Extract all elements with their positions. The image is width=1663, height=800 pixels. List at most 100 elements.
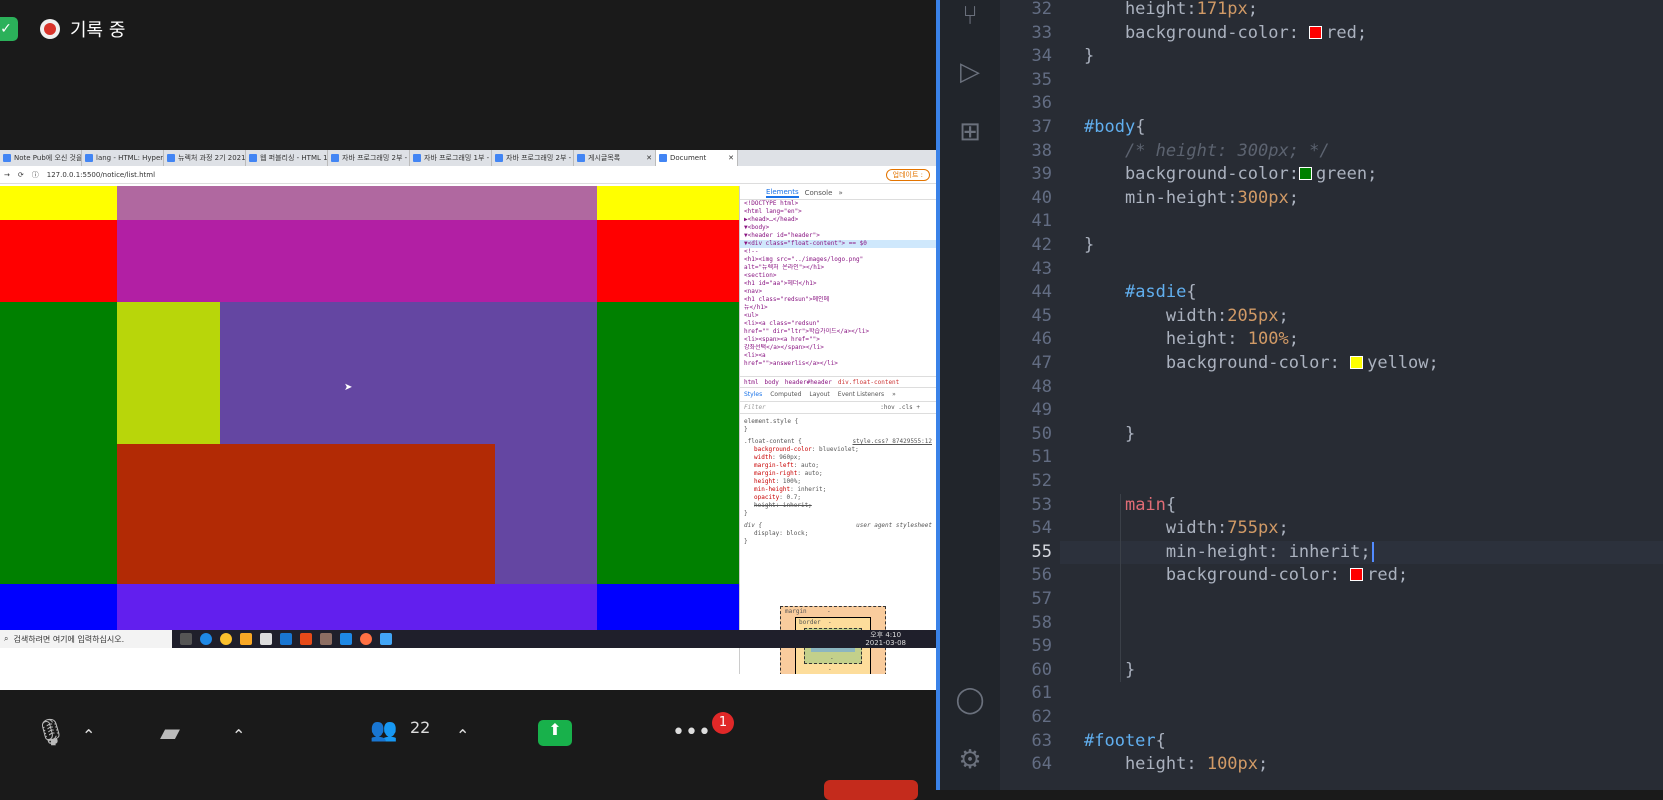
css-property[interactable]: opacity: 0.7; [744, 494, 932, 502]
dom-node-line[interactable]: <li><span><a href=""> [740, 336, 936, 344]
app-icon[interactable] [320, 633, 332, 645]
file-explorer-icon[interactable] [240, 633, 252, 645]
struck-prop[interactable]: height: inherit; [744, 502, 932, 510]
code-line[interactable]: } [1084, 45, 1094, 69]
dom-node-line[interactable]: ▼<div class="float-content"> == $0 [740, 240, 936, 248]
filter-tools[interactable]: :hov .cls + [880, 404, 920, 411]
video-off-icon[interactable]: ▰ [160, 718, 180, 748]
more-icon[interactable]: ••• [672, 720, 711, 745]
video-chevron-icon[interactable]: ⌃ [232, 726, 245, 745]
office-icon[interactable] [300, 633, 312, 645]
dom-node-line[interactable]: ▼<body> [740, 224, 936, 232]
code-line[interactable]: main{ [1084, 494, 1176, 518]
dom-node-line[interactable]: ▼<header id="header"> [740, 232, 936, 240]
code-line[interactable]: #footer{ [1084, 730, 1166, 754]
tab-styles[interactable]: Styles [744, 391, 762, 398]
browser-tab[interactable]: 게시글목록 ✕ [574, 150, 656, 166]
tab-event-listeners[interactable]: Event Listeners [838, 391, 884, 398]
extensions-icon[interactable]: ⊞ [954, 116, 986, 148]
participants-chevron-icon[interactable]: ⌃ [456, 726, 469, 745]
dom-node-line[interactable]: <h1 class="redsun">메인메 [740, 296, 936, 304]
css-property[interactable]: margin-left: auto; [744, 462, 932, 470]
css-property[interactable]: width: 960px; [744, 454, 932, 462]
code-line[interactable]: /* height: 300px; */ [1084, 140, 1330, 164]
code-line[interactable]: background-color: yellow; [1084, 352, 1439, 376]
mic-muted-icon[interactable]: 🎙 [34, 718, 67, 748]
filter-input[interactable]: Filter [744, 404, 766, 411]
code-line[interactable]: min-height:300px; [1084, 187, 1299, 211]
back-icon[interactable]: → [4, 171, 10, 179]
code-line[interactable]: min-height: inherit; [1084, 541, 1374, 565]
dom-node-line[interactable]: 뉴</h1> [740, 304, 936, 312]
code-line[interactable]: height: 100px; [1084, 753, 1268, 777]
dom-node-line[interactable]: <section> [740, 272, 936, 280]
participants-icon[interactable]: 👥 [370, 718, 397, 743]
code-editor[interactable]: 32 height:171px; 33 background-color: red… [1000, 0, 1663, 790]
tab-layout[interactable]: Layout [809, 391, 829, 398]
dom-node-line[interactable]: ▶<head>…</head> [740, 216, 936, 224]
tab-more[interactable]: » [838, 189, 842, 197]
mic-chevron-icon[interactable]: ⌃ [82, 726, 95, 745]
rule-source[interactable]: style.css?_87429555:12 [853, 438, 932, 446]
css-property[interactable]: min-height: inherit; [744, 486, 932, 494]
browser-tab[interactable]: 자바 프로그래밍 1부 -✕ [410, 150, 492, 166]
taskbar-search-input[interactable]: 검색하려면 여기에 입력하십시오. [13, 634, 124, 645]
vscode-icon[interactable] [340, 633, 352, 645]
task-view-icon[interactable] [180, 633, 192, 645]
crumb-div[interactable]: div.float-content [838, 379, 899, 386]
store-icon[interactable] [260, 633, 272, 645]
dom-node-line[interactable]: <li><a [740, 352, 936, 360]
browser-tab[interactable]: 자바 프로그래밍 2부 -✕ [328, 150, 410, 166]
browser-tab[interactable]: 웹 퍼블리싱 - HTML 1)✕ [246, 150, 328, 166]
dom-node-line[interactable]: <nav> [740, 288, 936, 296]
code-line[interactable]: } [1084, 659, 1135, 683]
remote-desktop-icon[interactable] [380, 633, 392, 645]
dom-node-line[interactable]: <html lang="en"> [740, 208, 936, 216]
code-line[interactable]: width:205px; [1084, 305, 1289, 329]
end-meeting-button[interactable] [824, 780, 918, 800]
tab-styles-more[interactable]: » [892, 391, 896, 398]
reload-icon[interactable]: ⟳ [18, 171, 24, 179]
settings-gear-icon[interactable]: ⚙ [954, 744, 986, 776]
crumb-body[interactable]: body [764, 379, 778, 386]
dom-node-line[interactable]: <h1><img src="../images/logo.png" [740, 256, 936, 264]
browser-tab[interactable]: 뉴렉처 과정 2기 2021-✕ [164, 150, 246, 166]
update-button[interactable]: 업데이트 : [885, 168, 930, 181]
close-tab-icon[interactable]: ✕ [646, 154, 652, 162]
crumb-header[interactable]: header#header [785, 379, 832, 386]
chrome-icon[interactable] [220, 633, 232, 645]
code-line[interactable]: width:755px; [1084, 517, 1289, 541]
css-property[interactable]: background-color: blueviolet; [744, 446, 932, 454]
browser-tab[interactable]: 자바 프로그래밍 2부 -✕ [492, 150, 574, 166]
taskbar-search[interactable]: ⌕ 검색하려면 여기에 입력하십시오. [0, 630, 172, 648]
recording-indicator[interactable]: ✓ 기록 중 [0, 14, 125, 44]
crumb-html[interactable]: html [744, 379, 758, 386]
dom-node-line[interactable]: <!-- [740, 248, 936, 256]
tab-elements[interactable]: Elements [766, 188, 799, 198]
code-line[interactable]: background-color: red; [1084, 22, 1367, 46]
code-line[interactable]: #asdie{ [1084, 281, 1197, 305]
close-tab-icon[interactable]: ✕ [728, 154, 734, 162]
dom-node-line[interactable]: alt="뉴렉처 온라인"></h1> [740, 264, 936, 272]
tab-console[interactable]: Console [805, 189, 833, 197]
firefox-icon[interactable] [360, 633, 372, 645]
taskbar-clock[interactable]: 오후 4:10 2021-03-08 [865, 631, 906, 647]
css-property[interactable]: height: 100%; [744, 478, 932, 486]
code-line[interactable]: } [1084, 234, 1094, 258]
browser-tab[interactable]: Document ✕ [656, 150, 738, 166]
dom-node-line[interactable]: href="" dir="ltr">학습가이드</a></li> [740, 328, 936, 336]
tab-computed[interactable]: Computed [770, 391, 801, 398]
share-screen-icon[interactable]: ⬆ [538, 720, 572, 746]
account-icon[interactable]: ◯ [954, 684, 986, 716]
dom-node-line[interactable]: <!DOCTYPE html> [740, 200, 936, 208]
url-field[interactable]: 127.0.0.1:5500/notice/list.html [47, 171, 155, 179]
code-line[interactable]: } [1084, 423, 1135, 447]
code-line[interactable]: #body{ [1084, 116, 1145, 140]
edge-icon[interactable] [200, 633, 212, 645]
code-line[interactable]: height:171px; [1084, 0, 1258, 22]
code-line[interactable]: height: 100%; [1084, 328, 1299, 352]
css-property[interactable]: margin-right: auto; [744, 470, 932, 478]
run-debug-icon[interactable]: ▷ [954, 56, 986, 88]
dom-node-line[interactable]: href="">answerlis</a></li> [740, 360, 936, 368]
styles-filter[interactable]: Filter :hov .cls + [740, 402, 936, 414]
